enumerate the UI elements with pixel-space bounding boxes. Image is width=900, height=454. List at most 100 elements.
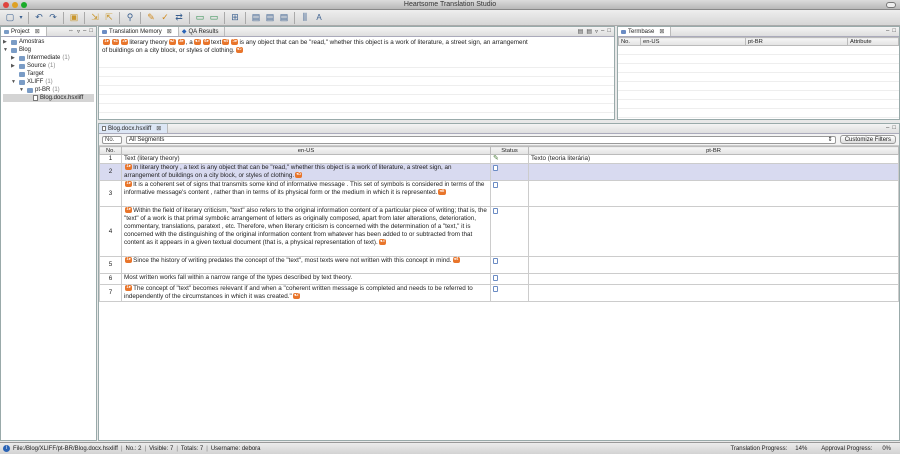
tree-item-xliff[interactable]: ▼ XLIFF (1) <box>3 78 94 86</box>
tab-qa-results[interactable]: ◆ QA Results <box>179 27 226 36</box>
minimize-icon[interactable]: – <box>601 28 604 35</box>
segment-number-field[interactable]: No. <box>102 135 122 144</box>
preview-icon[interactable]: ▭ <box>194 12 206 24</box>
toolbar-toggle-button[interactable] <box>886 2 896 8</box>
customize-filters-button[interactable]: Customize Filters <box>839 135 897 144</box>
split-icon[interactable]: ▭ <box>208 12 220 24</box>
new-icon[interactable]: ▢ <box>4 12 16 24</box>
segment-target[interactable]: Texto (teoria literária) <box>528 154 899 164</box>
qa-icon[interactable]: ✓ <box>159 12 171 24</box>
merge-icon[interactable]: ⇄ <box>173 12 185 24</box>
termbase-col-attribute[interactable]: Attribute <box>847 37 899 46</box>
segment-source[interactable]: 1▸ It is a coherent set of signs that tra… <box>121 180 491 207</box>
tab-termbase[interactable]: Termbase ⊠ <box>618 27 672 36</box>
segment-target[interactable] <box>528 180 899 207</box>
expand-icon[interactable]: ▶ <box>11 62 17 70</box>
termbase-col-source[interactable]: en-US <box>640 37 746 46</box>
tree-item-target[interactable]: Target <box>3 70 94 78</box>
tag-icon[interactable]: ✎ <box>145 12 157 24</box>
segment-row[interactable]: 6 Most written works fall within a narro… <box>99 273 899 285</box>
maximize-icon[interactable]: □ <box>89 28 93 35</box>
expand-icon[interactable]: ▶ <box>11 54 17 62</box>
segment-source[interactable]: 1▸ In literary theory , a text is any obj… <box>121 163 491 181</box>
redo-icon[interactable]: ↷ <box>47 12 59 24</box>
minimize-icon[interactable]: – <box>83 28 86 35</box>
tree-item-amostras[interactable]: ▶ Amostras <box>3 38 94 46</box>
segment-source[interactable]: 1▸ Within the field of literary criticism… <box>121 206 491 257</box>
close-icon[interactable]: ⊠ <box>167 28 172 35</box>
segment-target[interactable] <box>528 163 899 181</box>
window-title: Heartsome Translation Studio <box>403 1 497 8</box>
segment-source[interactable]: 1▸ The concept of "text" becomes relevant… <box>121 284 491 302</box>
tree-item-pt-br[interactable]: ▼ pt-BR (1) <box>3 86 94 94</box>
copy-icon[interactable]: ▤ <box>264 12 276 24</box>
segment-target[interactable] <box>528 273 899 285</box>
segment-target[interactable] <box>528 256 899 274</box>
paste-icon[interactable]: ▤ <box>278 12 290 24</box>
segment-row[interactable]: 5 1▸ Since the history of writing predate… <box>99 256 899 274</box>
segment-source[interactable]: Text (literary theory) <box>121 154 491 164</box>
translation-memory-pane: Translation Memory ⊠ ◆ QA Results ▤ ▤ ▿ … <box>98 26 615 120</box>
tree-item-source[interactable]: ▶ Source (1) <box>3 62 94 70</box>
tab-project[interactable]: Project ⊠ <box>1 27 47 36</box>
maximize-icon[interactable]: □ <box>607 28 611 35</box>
collapse-tree-icon[interactable]: ▼ <box>3 46 9 54</box>
minimize-icon[interactable]: – <box>886 28 889 34</box>
termbase-col-target[interactable]: pt-BR <box>745 37 848 46</box>
undo-icon[interactable]: ↶ <box>33 12 45 24</box>
settings-icon[interactable]: ▤ <box>586 28 592 35</box>
columns-icon[interactable]: ⫼ <box>299 12 311 24</box>
copy-match-icon[interactable]: ▤ <box>578 28 584 35</box>
segment-target[interactable] <box>528 206 899 257</box>
font-icon[interactable]: A <box>313 12 325 24</box>
tm-text-part: of buildings on a city block, or styles … <box>102 47 235 54</box>
dropdown-icon[interactable]: ▾ <box>18 12 24 24</box>
search-icon[interactable]: ⚲ <box>124 12 136 24</box>
tab-translation-memory[interactable]: Translation Memory ⊠ <box>99 27 179 36</box>
tree-item-blog[interactable]: ▼ Blog <box>3 46 94 54</box>
collapse-icon[interactable]: ⇔ <box>68 28 74 35</box>
export-icon[interactable]: ⇱ <box>103 12 115 24</box>
tree-item-blog-docx-hsxliff[interactable]: Blog.docx.hsxliff <box>3 94 94 102</box>
translate-icon[interactable]: ⊞ <box>229 12 241 24</box>
minimize-window-icon[interactable] <box>12 2 18 8</box>
maximize-icon[interactable]: □ <box>892 28 896 34</box>
inline-tag: ◂4 <box>452 257 460 264</box>
segment-row[interactable]: 7 1▸ The concept of "text" becomes releva… <box>99 284 899 302</box>
inline-tag: 1▸ <box>103 39 111 46</box>
col-source[interactable]: en-US <box>121 146 491 155</box>
segment-source[interactable]: Most written works fall within a narrow … <box>121 273 491 285</box>
minimize-icon[interactable]: – <box>886 125 889 131</box>
new-status-icon <box>493 286 498 292</box>
segment-row[interactable]: 4 1▸ Within the field of literary critici… <box>99 206 899 257</box>
col-status[interactable]: Status <box>490 146 529 155</box>
col-no[interactable]: No. <box>99 146 122 155</box>
close-window-icon[interactable] <box>3 2 9 8</box>
import-icon[interactable]: ⇲ <box>89 12 101 24</box>
project-tree: ▶ Amostras ▼ Blog ▶ Intermediate (1) ▶ S… <box>1 37 96 103</box>
collapse-tree-icon[interactable]: ▼ <box>19 86 25 94</box>
segment-source[interactable]: 1▸ Since the history of writing predates … <box>121 256 491 274</box>
segment-row[interactable]: 3 1▸ It is a coherent set of signs that t… <box>99 180 899 207</box>
view-menu-icon[interactable]: ▿ <box>77 28 80 35</box>
segment-target[interactable] <box>528 284 899 302</box>
close-icon[interactable]: ⊠ <box>659 28 664 35</box>
collapse-tree-icon[interactable]: ▼ <box>11 78 17 86</box>
zoom-window-icon[interactable] <box>21 2 27 8</box>
tree-item-intermediate[interactable]: ▶ Intermediate (1) <box>3 54 94 62</box>
col-target[interactable]: pt-BR <box>528 146 899 155</box>
close-icon[interactable]: ⊠ <box>156 125 161 132</box>
segment-filter-select[interactable]: All Segments ⇕ <box>126 135 836 144</box>
close-icon[interactable]: ⊠ <box>35 28 40 35</box>
maximize-icon[interactable]: □ <box>892 125 896 131</box>
segment-row[interactable]: 1 Text (literary theory) ✎ Texto (teoria… <box>99 154 899 164</box>
segment-row[interactable]: 2 1▸ In literary theory , a text is any o… <box>99 163 899 181</box>
tab-blog-docx-hsxliff[interactable]: Blog.docx.hsxliff ⊠ <box>99 124 169 133</box>
document-icon[interactable]: ▤ <box>250 12 262 24</box>
view-menu-icon[interactable]: ▿ <box>595 28 598 35</box>
open-icon[interactable]: ▣ <box>68 12 80 24</box>
termbase-col-no[interactable]: No. <box>618 37 641 46</box>
expand-icon[interactable]: ▶ <box>3 38 9 46</box>
inline-tag: ◂5 <box>295 172 303 179</box>
title-bar: Heartsome Translation Studio <box>0 0 900 10</box>
